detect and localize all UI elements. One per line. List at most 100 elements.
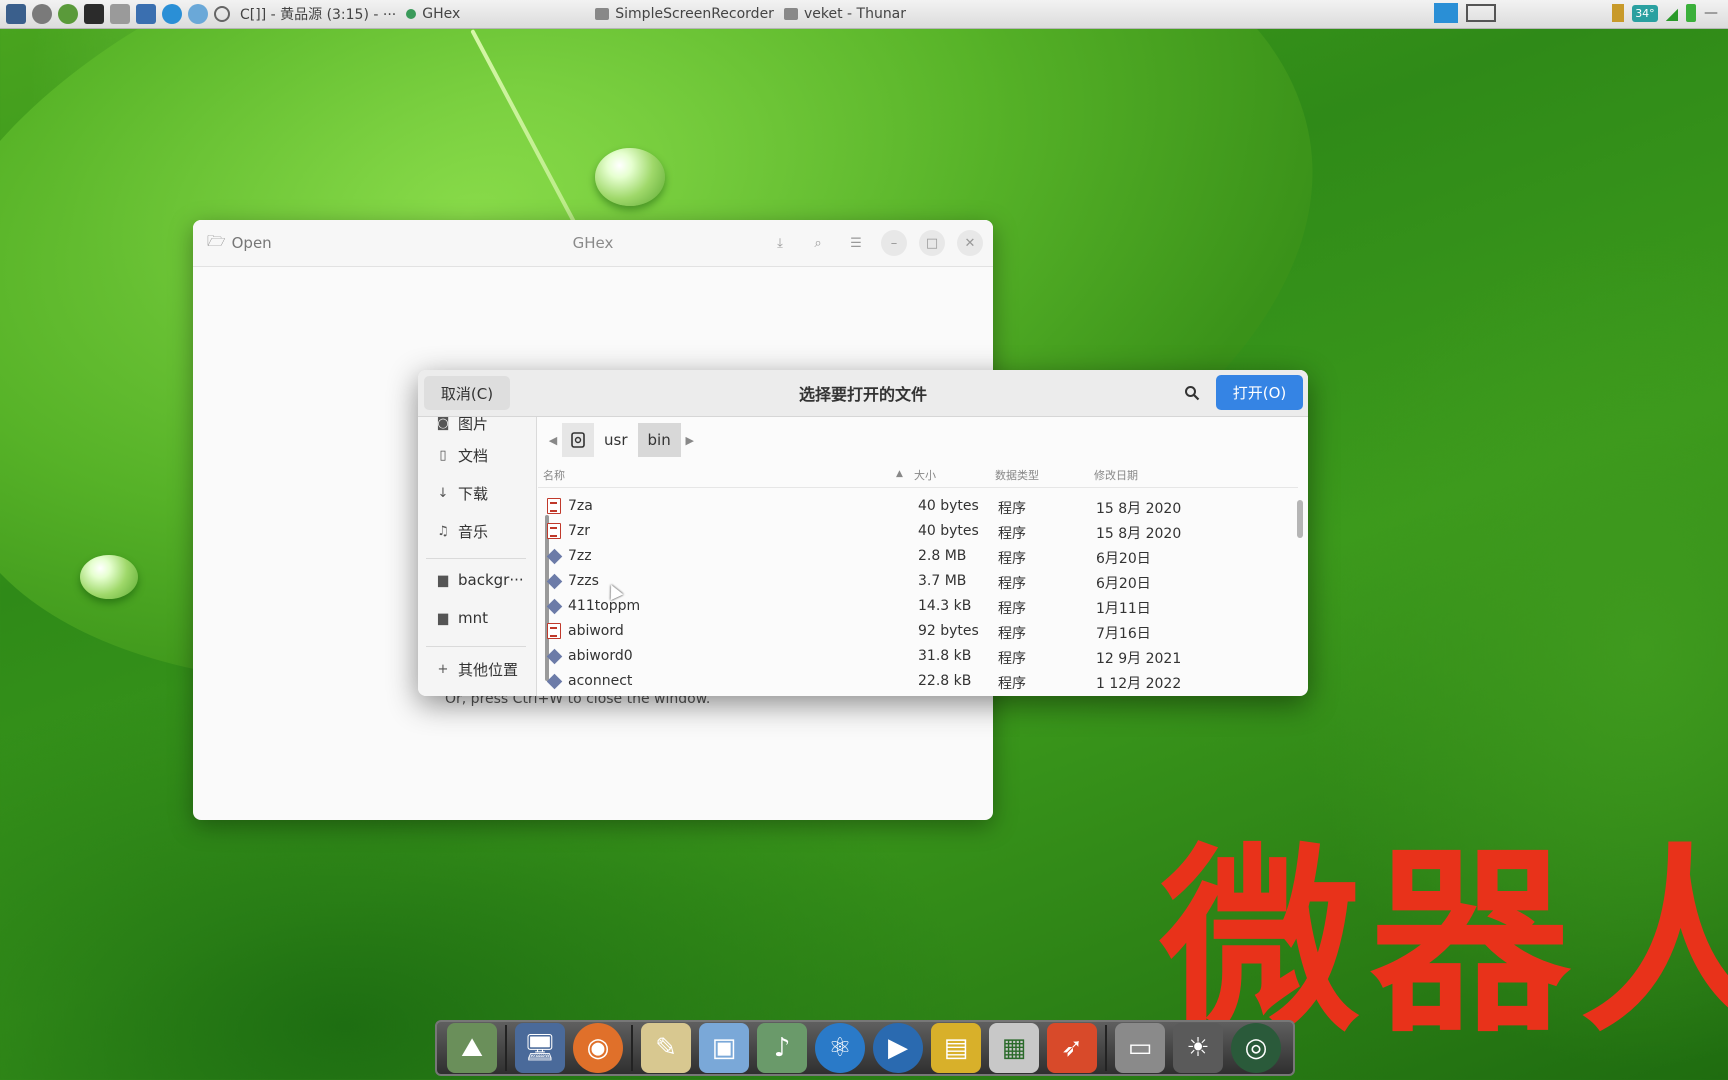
document-icon: ▯ [439, 448, 447, 463]
sidebar-item-pictures[interactable]: ◙ 图片 [436, 417, 488, 434]
clipboard-icon[interactable] [1612, 4, 1625, 22]
check-icon[interactable] [162, 4, 182, 24]
screenshot-icon[interactable] [136, 4, 156, 24]
dock-audio-icon[interactable]: ♪ [757, 1023, 807, 1073]
column-size[interactable]: 大小 [914, 467, 936, 483]
filesystem-root-icon[interactable] [562, 423, 594, 457]
dialog-headerbar: 取消(C) 选择要打开的文件 打开(O) [418, 370, 1308, 417]
path-right-arrow-icon[interactable]: ▶ [681, 434, 699, 447]
taskbar-item-music[interactable]: C[]] - 黄品源 (3:15) - ··· [240, 4, 396, 24]
dock-text-editor-icon[interactable]: ✎ [641, 1023, 691, 1073]
path-segment-bin[interactable]: bin [637, 423, 681, 457]
wallpaper-water-drop-small [80, 555, 138, 599]
dock-brightness-icon[interactable]: ☀ [1173, 1023, 1223, 1073]
desktop-switcher-icon[interactable] [1434, 3, 1459, 23]
globe-icon[interactable] [188, 4, 208, 24]
hamburger-menu-icon[interactable]: ☰ [843, 230, 869, 256]
column-name[interactable]: 名称 [543, 467, 565, 483]
terminal-icon[interactable] [84, 4, 104, 24]
file-row[interactable]: 7zr 40 bytes 程序 15 8月 2020 [538, 519, 1298, 544]
file-list-scrollbar[interactable] [1297, 500, 1303, 538]
path-segment-usr[interactable]: usr [594, 423, 638, 457]
minimize-button[interactable]: – [881, 230, 907, 256]
file-name: abiword [568, 623, 624, 639]
executable-file-icon [546, 573, 563, 590]
path-left-arrow-icon[interactable]: ◀ [544, 434, 562, 447]
file-size: 31.8 kB [918, 648, 972, 664]
file-row[interactable]: 7zz 2.8 MB 程序 6月20日 [538, 544, 1298, 569]
file-row[interactable]: aconnect 22.8 kB 程序 1 12月 2022 [538, 669, 1298, 694]
dialog-title: 选择要打开的文件 [798, 385, 927, 404]
file-modified: 6月20日 [1096, 576, 1151, 592]
file-row[interactable]: 7zzs 3.7 MB 程序 6月20日 [538, 569, 1298, 594]
taskbar-item-thunar[interactable]: veket - Thunar [783, 6, 906, 22]
file-name: abiword0 [568, 648, 633, 664]
record-icon[interactable] [214, 6, 230, 22]
open-button[interactable]: 打开(O) [1216, 375, 1303, 410]
file-type: 程序 [998, 501, 1026, 517]
script-file-icon [547, 523, 561, 539]
file-name: aconnect [568, 673, 633, 689]
file-name: 7za [568, 498, 593, 514]
sidebar-separator [426, 558, 526, 559]
cancel-button[interactable]: 取消(C) [424, 376, 510, 410]
dock-camera-icon[interactable]: ◎ [1231, 1023, 1281, 1073]
ghex-icon [406, 9, 417, 19]
executable-file-icon [546, 548, 563, 565]
open-file-icon: 🗁 [207, 231, 226, 250]
file-row[interactable]: abiword 92 bytes 程序 7月16日 [538, 619, 1298, 644]
wallpaper-water-drop [595, 148, 665, 206]
dock-image-viewer-icon[interactable]: ▣ [699, 1023, 749, 1073]
file-modified: 15 8月 2020 [1096, 526, 1182, 542]
play-icon[interactable] [58, 4, 78, 24]
sidebar-item-mnt[interactable]: ▆ mnt [436, 609, 488, 627]
file-type: 程序 [998, 676, 1026, 692]
dock-separator [505, 1025, 507, 1071]
dock-media-player-icon[interactable]: ▶ [873, 1023, 923, 1073]
dock-spreadsheet-icon[interactable]: ▦ [989, 1023, 1039, 1073]
file-modified: 15 8月 2020 [1096, 501, 1182, 517]
file-row[interactable]: abiword0 31.8 kB 程序 12 9月 2021 [538, 644, 1298, 669]
file-browser: ◀ usr bin ▶ 名称 ▲ 大小 数据类型 修改日期 7za 40 byte… [538, 417, 1308, 696]
script-file-icon [547, 498, 561, 514]
search-icon[interactable]: ⌕ [805, 230, 831, 256]
dock-computer-icon[interactable]: 🖥 [515, 1023, 565, 1073]
dock-wallpaper-icon[interactable]: ⛰ [447, 1023, 497, 1073]
settings-gear-icon[interactable] [32, 4, 52, 24]
wifi-icon[interactable]: ◢ [1666, 4, 1678, 23]
sidebar-item-background[interactable]: ▆ backgr··· [436, 571, 524, 589]
file-type: 程序 [998, 526, 1026, 542]
sidebar-item-music[interactable]: ♫ 音乐 [436, 521, 488, 542]
file-row[interactable]: 7za 40 bytes 程序 15 8月 2020 [538, 494, 1298, 519]
file-type: 程序 [998, 601, 1026, 617]
file-row[interactable]: 411toppm 14.3 kB 程序 1月11日 [538, 594, 1298, 619]
dock-file-manager-icon[interactable]: ▤ [931, 1023, 981, 1073]
save-icon[interactable]: ⤓ [767, 230, 793, 256]
maximize-button[interactable]: □ [919, 230, 945, 256]
column-modified[interactable]: 修改日期 [1094, 467, 1138, 483]
file-name: 7zzs [568, 573, 599, 589]
dock-drive-icon[interactable]: ▭ [1115, 1023, 1165, 1073]
column-header: 名称 ▲ 大小 数据类型 修改日期 [538, 467, 1308, 485]
dock-atom-icon[interactable]: ⚛ [815, 1023, 865, 1073]
system-monitor-icon[interactable] [6, 4, 26, 24]
workspace-icon[interactable] [1466, 4, 1497, 22]
taskbar-item-ghex[interactable]: GHex [406, 6, 460, 22]
taskbar-item-screen-recorder[interactable]: SimpleScreenRecorder [595, 6, 774, 22]
column-type[interactable]: 数据类型 [995, 467, 1039, 483]
sidebar-item-documents[interactable]: ▯ 文档 [436, 445, 488, 466]
plus-icon: + [437, 662, 449, 677]
sidebar-item-downloads[interactable]: ↓ 下载 [436, 483, 488, 504]
ghex-toolbar: ⤓ ⌕ ☰ – □ ✕ [767, 230, 983, 256]
battery-icon[interactable] [1686, 4, 1696, 22]
file-modified: 12 9月 2021 [1096, 651, 1182, 667]
dock-rocket-icon[interactable]: ➶ [1047, 1023, 1097, 1073]
menu-icon[interactable]: — [1704, 5, 1718, 21]
sidebar-item-other-locations[interactable]: + 其他位置 [436, 659, 518, 680]
dock-firefox-icon[interactable]: ◉ [573, 1023, 623, 1073]
printer-icon[interactable] [110, 4, 130, 24]
search-icon[interactable] [1180, 381, 1204, 405]
executable-file-icon [546, 598, 563, 615]
close-button[interactable]: ✕ [957, 230, 983, 256]
ghex-open-button[interactable]: 🗁 Open [207, 231, 272, 256]
